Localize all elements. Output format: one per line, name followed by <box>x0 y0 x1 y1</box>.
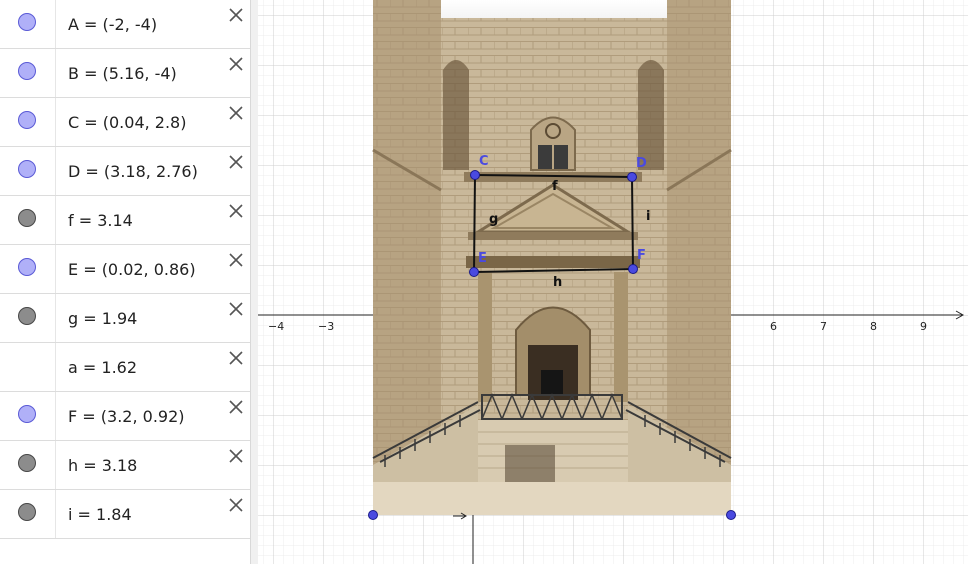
point-B[interactable] <box>726 510 736 520</box>
visibility-toggle[interactable] <box>18 503 36 521</box>
marble-column <box>0 490 56 538</box>
point-F[interactable] <box>628 264 638 274</box>
algebra-expression[interactable]: E = (0.02, 0.86) <box>68 260 196 279</box>
point-A[interactable] <box>368 510 378 520</box>
visibility-toggle[interactable] <box>18 258 36 276</box>
segment-label-g: g <box>489 212 498 227</box>
delete-icon[interactable] <box>226 495 246 515</box>
algebra-row[interactable]: E = (0.02, 0.86) <box>0 245 250 294</box>
x-tick-label: 7 <box>820 320 827 333</box>
delete-icon[interactable] <box>226 250 246 270</box>
marble-column <box>0 294 56 342</box>
delete-icon[interactable] <box>226 103 246 123</box>
algebra-expression[interactable]: F = (3.2, 0.92) <box>68 407 185 426</box>
x-tick-label: 9 <box>920 320 927 333</box>
algebra-expression[interactable]: h = 3.18 <box>68 456 137 475</box>
panel-divider[interactable] <box>250 0 258 564</box>
point-C[interactable] <box>470 170 480 180</box>
graphics-canvas[interactable]: −4 −3 6 7 8 9 f g h i C D E F <box>258 0 968 564</box>
x-tick-label: −4 <box>268 320 284 333</box>
point-label-E: E <box>478 251 487 266</box>
algebra-expression[interactable]: g = 1.94 <box>68 309 137 328</box>
delete-icon[interactable] <box>226 152 246 172</box>
delete-icon[interactable] <box>226 201 246 221</box>
algebra-row[interactable]: D = (3.18, 2.76) <box>0 147 250 196</box>
marble-column <box>0 441 56 489</box>
point-label-F: F <box>637 248 646 263</box>
segment-label-h: h <box>553 275 562 290</box>
algebra-expression[interactable]: C = (0.04, 2.8) <box>68 113 186 132</box>
algebra-expression[interactable]: A = (-2, -4) <box>68 15 157 34</box>
delete-icon[interactable] <box>226 446 246 466</box>
algebra-row[interactable]: i = 1.84 <box>0 490 250 539</box>
point-E[interactable] <box>469 267 479 277</box>
marble-column <box>0 196 56 244</box>
marble-column <box>0 0 56 48</box>
marble-column <box>0 98 56 146</box>
marble-column <box>0 147 56 195</box>
x-tick-label: 8 <box>870 320 877 333</box>
marble-column <box>0 245 56 293</box>
algebra-expression[interactable]: D = (3.18, 2.76) <box>68 162 198 181</box>
segment-label-i: i <box>646 209 650 224</box>
marble-column <box>0 392 56 440</box>
segment-label-f: f <box>552 179 558 194</box>
algebra-view: A = (-2, -4) B = (5.16, -4) C = (0.04, 2.8… <box>0 0 250 564</box>
x-tick-label: 6 <box>770 320 777 333</box>
delete-icon[interactable] <box>226 397 246 417</box>
marble-column <box>0 49 56 97</box>
visibility-toggle[interactable] <box>18 62 36 80</box>
algebra-row[interactable]: B = (5.16, -4) <box>0 49 250 98</box>
point-label-C: C <box>479 154 489 169</box>
visibility-toggle[interactable] <box>18 13 36 31</box>
algebra-expression[interactable]: a = 1.62 <box>68 358 137 377</box>
delete-icon[interactable] <box>226 299 246 319</box>
delete-icon[interactable] <box>226 348 246 368</box>
x-tick-label: −3 <box>318 320 334 333</box>
segment-i[interactable] <box>631 176 634 270</box>
visibility-toggle[interactable] <box>18 111 36 129</box>
marble-column <box>0 343 56 391</box>
algebra-row[interactable]: F = (3.2, 0.92) <box>0 392 250 441</box>
algebra-row[interactable]: f = 3.14 <box>0 196 250 245</box>
algebra-expression[interactable]: B = (5.16, -4) <box>68 64 177 83</box>
algebra-row[interactable]: g = 1.94 <box>0 294 250 343</box>
point-label-D: D <box>636 156 647 171</box>
visibility-toggle[interactable] <box>18 454 36 472</box>
point-D[interactable] <box>627 172 637 182</box>
castle-image[interactable] <box>372 0 732 515</box>
algebra-expression[interactable]: i = 1.84 <box>68 505 132 524</box>
graphics-view[interactable]: −4 −3 6 7 8 9 f g h i C D E F <box>258 0 968 564</box>
algebra-row[interactable]: a = 1.62 <box>0 343 250 392</box>
algebra-row[interactable]: h = 3.18 <box>0 441 250 490</box>
visibility-toggle[interactable] <box>18 209 36 227</box>
algebra-row[interactable]: A = (-2, -4) <box>0 0 250 49</box>
segment-g[interactable] <box>473 174 476 273</box>
visibility-toggle[interactable] <box>18 405 36 423</box>
algebra-row[interactable]: C = (0.04, 2.8) <box>0 98 250 147</box>
visibility-toggle[interactable] <box>18 160 36 178</box>
delete-icon[interactable] <box>226 54 246 74</box>
visibility-toggle[interactable] <box>18 307 36 325</box>
delete-icon[interactable] <box>226 5 246 25</box>
algebra-expression[interactable]: f = 3.14 <box>68 211 133 230</box>
